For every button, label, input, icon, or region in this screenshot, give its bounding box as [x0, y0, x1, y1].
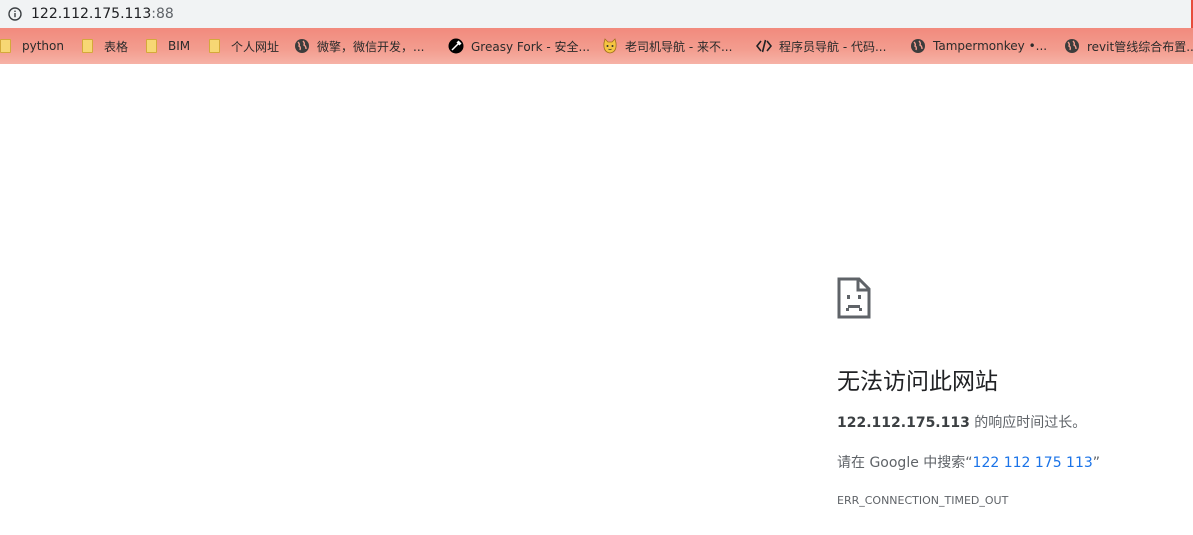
bookmark-label: BIM	[168, 39, 191, 53]
greasyfork-icon	[448, 38, 464, 54]
url-host: 122.112.175.113	[31, 6, 152, 22]
info-icon[interactable]	[8, 7, 22, 21]
folder-icon	[146, 39, 157, 53]
google-search-link[interactable]: 122 112 175 113	[973, 455, 1093, 471]
bookmarks-bar: python 表格 BIM 个人网址 微擎，微信开发，... Greasy Fo…	[0, 28, 1193, 64]
error-search-suggestion: 请在 Google 中搜索“122 112 175 113”	[837, 454, 1100, 472]
bookmark-greasyfork[interactable]: Greasy Fork - 安全...	[448, 28, 590, 64]
bookmark-label: 老司机导航 - 来不...	[625, 39, 733, 54]
error-description: 122.112.175.113 的响应时间过长。	[837, 414, 1086, 432]
bookmark-weiqing[interactable]: 微擎，微信开发，...	[294, 28, 424, 64]
error-code: ERR_CONNECTION_TIMED_OUT	[837, 494, 1009, 507]
bookmark-label: 微擎，微信开发，...	[317, 39, 425, 54]
bookmark-label: 程序员导航 - 代码...	[779, 39, 887, 54]
bookmark-folder-tables[interactable]: 表格	[82, 28, 128, 64]
folder-icon	[82, 39, 93, 53]
url-text[interactable]: 122.112.175.113:88	[31, 4, 174, 24]
error-title: 无法访问此网站	[837, 369, 998, 395]
bookmark-label: Greasy Fork - 安全...	[471, 39, 590, 54]
bookmark-label: 表格	[104, 39, 129, 54]
bookmark-revit[interactable]: revit管线综合布置...	[1064, 28, 1193, 64]
code-brackets-icon	[756, 39, 772, 53]
bookmark-label: 个人网址	[231, 39, 280, 54]
globe-icon	[911, 39, 925, 53]
bookmark-folder-python[interactable]: python	[0, 28, 64, 64]
bookmark-label: revit管线综合布置...	[1087, 39, 1193, 54]
bookmark-laosiji[interactable]: 老司机导航 - 来不...	[602, 28, 732, 64]
address-bar[interactable]: 122.112.175.113:88	[0, 0, 1193, 28]
search-prefix: 请在 Google 中搜索“	[837, 455, 973, 471]
globe-icon	[1065, 39, 1079, 53]
search-suffix: ”	[1092, 455, 1101, 471]
bookmark-tampermonkey[interactable]: Tampermonkey •...	[910, 28, 1047, 64]
folder-icon	[0, 39, 11, 53]
globe-icon	[295, 39, 309, 53]
bookmark-label: Tampermonkey •...	[933, 39, 1048, 53]
url-port: :88	[151, 6, 174, 22]
bookmark-label: python	[22, 39, 64, 53]
error-description-text: 的响应时间过长。	[969, 415, 1087, 431]
error-host: 122.112.175.113	[837, 415, 970, 431]
folder-icon	[209, 39, 220, 53]
sad-document-icon	[837, 277, 871, 319]
bookmark-programmer-nav[interactable]: 程序员导航 - 代码...	[756, 28, 886, 64]
bookmark-folder-personal[interactable]: 个人网址	[209, 28, 279, 64]
cat-face-icon	[603, 38, 617, 54]
bookmark-folder-bim[interactable]: BIM	[146, 28, 190, 64]
